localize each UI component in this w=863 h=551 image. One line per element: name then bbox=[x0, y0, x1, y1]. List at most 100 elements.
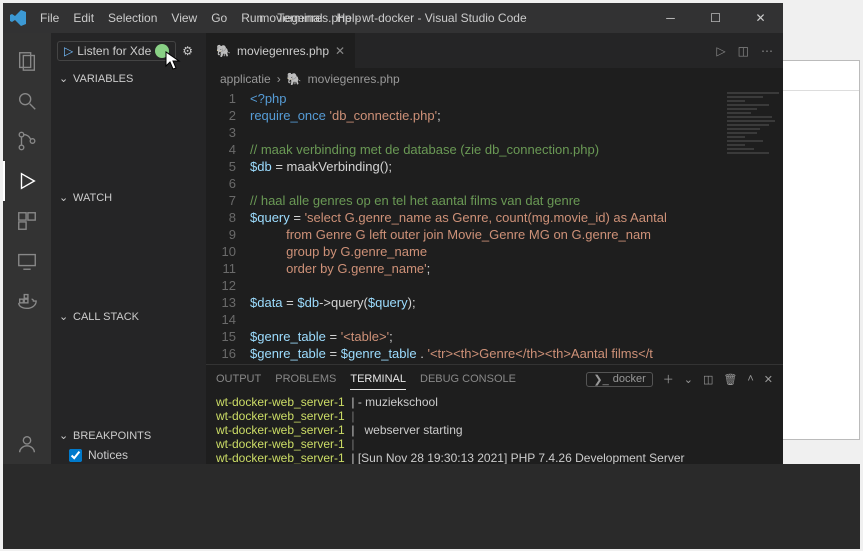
terminal-text: | bbox=[345, 437, 355, 451]
terminal-text: wt-docker-web_server-1 bbox=[216, 409, 345, 423]
code-text: $data bbox=[250, 294, 283, 311]
terminal-text: wt-docker-web_server-1 bbox=[216, 437, 345, 451]
code-text: ; bbox=[437, 107, 441, 124]
panel-tab-output[interactable]: OUTPUT bbox=[216, 369, 261, 389]
panel-tab-problems[interactable]: PROBLEMS bbox=[275, 369, 336, 389]
line-number: 13 bbox=[206, 294, 250, 311]
split-editor-icon[interactable]: ◫ bbox=[738, 44, 749, 58]
code-text: '<table>' bbox=[341, 328, 389, 345]
line-number: 3 bbox=[206, 124, 250, 141]
code-text: ; bbox=[427, 260, 431, 277]
code-text: $genre_table bbox=[341, 345, 417, 362]
terminal-picker[interactable]: ❯_docker bbox=[586, 372, 652, 387]
line-number: 2 bbox=[206, 107, 250, 124]
more-actions-icon[interactable]: ⋯ bbox=[761, 44, 773, 58]
code-text: = bbox=[326, 345, 341, 362]
code-text: // maak verbinding met de database (zie … bbox=[250, 141, 599, 158]
vscode-window: File Edit Selection View Go Run Terminal… bbox=[3, 3, 783, 464]
breadcrumb-folder[interactable]: applicatie bbox=[220, 72, 271, 86]
minimize-button[interactable]: ─ bbox=[648, 3, 693, 33]
chevron-down-icon: ⌄ bbox=[59, 429, 69, 442]
code-text: '<tr><th>Genre</th><th>Aantal films</t bbox=[427, 345, 652, 362]
accounts-icon[interactable] bbox=[3, 424, 51, 464]
watch-section-header[interactable]: ⌄WATCH bbox=[51, 187, 206, 208]
terminal-output[interactable]: wt-docker-web_server-1 | - muziekschool … bbox=[206, 393, 783, 464]
terminal-text: | [Sun Nov 28 19:30:13 2021] PHP 7.4.26 … bbox=[345, 451, 685, 464]
code-text: from Genre G left outer join Movie_Genre… bbox=[250, 226, 651, 243]
line-number: 15 bbox=[206, 328, 250, 345]
menu-file[interactable]: File bbox=[33, 3, 66, 33]
terminal-text: wt-docker-web_server-1 bbox=[216, 451, 345, 464]
panel-tab-terminal[interactable]: TERMINAL bbox=[350, 369, 406, 390]
terminal-text: | bbox=[345, 409, 355, 423]
callstack-section-header[interactable]: ⌄ CALL STACK bbox=[51, 306, 206, 327]
terminal-dropdown-icon[interactable]: ⌄ bbox=[684, 373, 693, 386]
code-text: $genre_table bbox=[250, 345, 326, 362]
code-editor[interactable]: 1<?php 2require_once 'db_connectie.php';… bbox=[206, 90, 783, 362]
close-tab-icon[interactable]: ✕ bbox=[335, 44, 345, 58]
code-text: 'select G.genre_name as Genre, count(mg.… bbox=[305, 209, 667, 226]
maximize-panel-icon[interactable]: ˄ bbox=[747, 373, 753, 385]
terminal-text: | - muziekschool bbox=[345, 395, 438, 409]
explorer-icon[interactable] bbox=[3, 41, 51, 81]
code-text: <?php bbox=[250, 90, 287, 107]
code-text: order by G.genre_name' bbox=[250, 260, 427, 277]
menu-selection[interactable]: Selection bbox=[101, 3, 164, 33]
search-icon[interactable] bbox=[3, 81, 51, 121]
breadcrumb-file[interactable]: moviegenres.php bbox=[308, 72, 400, 86]
activity-bar bbox=[3, 33, 51, 464]
editor-tab[interactable]: 🐘 moviegenres.php ✕ bbox=[206, 33, 355, 68]
code-text: $genre_table bbox=[250, 328, 326, 345]
code-text: $db bbox=[250, 158, 272, 175]
menu-edit[interactable]: Edit bbox=[66, 3, 101, 33]
start-debug-icon[interactable]: ▷ bbox=[64, 44, 73, 58]
callstack-label: CALL STACK bbox=[73, 311, 139, 323]
line-number: 1 bbox=[206, 90, 250, 107]
close-panel-icon[interactable]: ✕ bbox=[764, 373, 773, 386]
code-text: require_once bbox=[250, 107, 330, 124]
code-text: ); bbox=[408, 294, 416, 311]
line-number: 14 bbox=[206, 311, 250, 328]
code-text: = bbox=[326, 328, 341, 345]
kill-terminal-icon[interactable]: 🗑 bbox=[723, 373, 737, 386]
debug-sidebar: ▷ Listen for Xde ⚙ ⌄VARIABLES ⌄WATCH ⌄CA… bbox=[51, 33, 206, 464]
menu-go[interactable]: Go bbox=[204, 3, 234, 33]
variables-section-header[interactable]: ⌄VARIABLES bbox=[51, 68, 206, 89]
split-terminal-icon[interactable]: ◫ bbox=[703, 373, 713, 386]
minimap[interactable] bbox=[723, 90, 783, 364]
line-number: 16 bbox=[206, 345, 250, 362]
breakpoints-section-header[interactable]: ⌄BREAKPOINTS bbox=[51, 425, 206, 446]
mouse-cursor-icon bbox=[165, 51, 181, 71]
run-config-selector[interactable]: ▷ Listen for Xde bbox=[57, 41, 176, 61]
code-text: ; bbox=[389, 328, 393, 345]
panel-tab-debug-console[interactable]: DEBUG CONSOLE bbox=[420, 369, 516, 389]
window-controls: ─ ☐ ✕ bbox=[648, 3, 783, 33]
panel-tabs: OUTPUT PROBLEMS TERMINAL DEBUG CONSOLE ❯… bbox=[206, 365, 783, 393]
variables-label: VARIABLES bbox=[73, 73, 133, 85]
source-control-icon[interactable] bbox=[3, 121, 51, 161]
code-text: $query bbox=[368, 294, 408, 311]
code-text: // haal alle genres op en tel het aantal… bbox=[250, 192, 580, 209]
breakpoint-item[interactable]: Notices bbox=[51, 446, 206, 464]
breadcrumbs[interactable]: applicatie › 🐘 moviegenres.php bbox=[206, 68, 783, 90]
docker-icon[interactable] bbox=[3, 281, 51, 321]
chevron-down-icon: ⌄ bbox=[59, 310, 69, 323]
new-terminal-icon[interactable]: ＋ bbox=[663, 371, 674, 387]
terminal-text: wt-docker-web_server-1 bbox=[216, 423, 345, 437]
line-number: 10 bbox=[206, 243, 250, 260]
extensions-icon[interactable] bbox=[3, 201, 51, 241]
remote-icon[interactable] bbox=[3, 241, 51, 281]
code-text: = bbox=[283, 294, 298, 311]
titlebar: File Edit Selection View Go Run Terminal… bbox=[3, 3, 783, 33]
line-number: 8 bbox=[206, 209, 250, 226]
vscode-logo-icon bbox=[3, 10, 33, 26]
menu-view[interactable]: View bbox=[164, 3, 204, 33]
run-editor-icon[interactable]: ▷ bbox=[716, 44, 725, 58]
gear-icon[interactable]: ⚙ bbox=[182, 44, 193, 58]
close-button[interactable]: ✕ bbox=[738, 3, 783, 33]
maximize-button[interactable]: ☐ bbox=[693, 3, 738, 33]
line-number: 5 bbox=[206, 158, 250, 175]
breakpoint-checkbox[interactable] bbox=[69, 449, 82, 462]
bottom-panel: OUTPUT PROBLEMS TERMINAL DEBUG CONSOLE ❯… bbox=[206, 364, 783, 464]
run-debug-icon[interactable] bbox=[3, 161, 51, 201]
